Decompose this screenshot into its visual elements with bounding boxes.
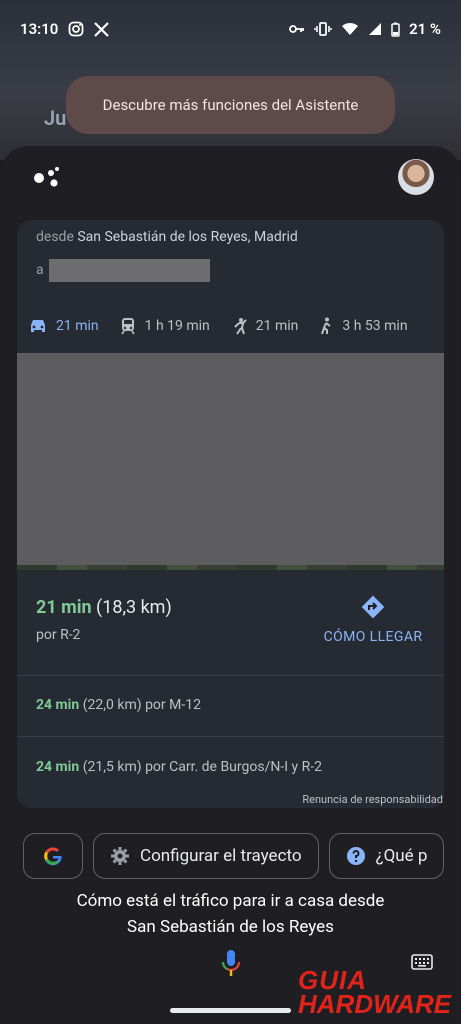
- mode-transit-time: 1 h 19 min: [144, 318, 210, 334]
- best-route-distance: (18,3 km): [96, 597, 172, 618]
- query-line-2: San Sebastián de los Reyes: [127, 917, 334, 937]
- assistant-tip-toast[interactable]: Descubre más funciones del Asistente: [66, 76, 395, 134]
- key-icon: [289, 24, 305, 34]
- x-icon: [94, 21, 110, 37]
- query-line-1: Cómo está el tráfico para ir a casa desd…: [76, 891, 385, 911]
- from-place: San Sebastián de los Reyes, Madrid: [77, 229, 298, 245]
- train-icon: [120, 318, 135, 335]
- help-icon: [346, 847, 365, 865]
- instagram-icon: [68, 21, 84, 37]
- mode-car-time: 21 min: [56, 318, 99, 334]
- gesture-nav-handle[interactable]: [170, 1008, 291, 1013]
- watermark-logo: GUIA HARDWARE: [298, 967, 452, 1019]
- suggestion-chips: Configurar el trayecto ¿Qué p: [23, 833, 445, 879]
- divider: [17, 736, 444, 737]
- redacted-destination: [49, 259, 210, 282]
- mode-walk-time: 3 h 53 min: [342, 318, 408, 334]
- best-route-via: por R-2: [36, 627, 81, 643]
- assistant-logo-icon: [32, 165, 62, 191]
- directions-button[interactable]: CÓMO LLEGAR: [318, 593, 428, 649]
- mode-walk[interactable]: 3 h 53 min: [318, 317, 408, 335]
- status-bar: 13:10 21 %: [0, 0, 461, 58]
- rideshare-icon: [234, 318, 247, 335]
- route-map[interactable]: [17, 353, 444, 567]
- battery-icon: [391, 22, 400, 37]
- directions-label: CÓMO LLEGAR: [323, 629, 423, 645]
- google-chip[interactable]: [23, 833, 83, 879]
- signal-icon: [368, 22, 382, 36]
- alt-route-2[interactable]: 24 min (21,5 km) por Carr. de Burgos/N-I…: [36, 759, 322, 775]
- configure-route-label: Configurar el trayecto: [140, 846, 302, 866]
- directions-icon: [361, 595, 385, 619]
- car-icon: [31, 320, 45, 332]
- travel-modes: 21 min 1 h 19 min 21 min 3 h 53 min: [28, 314, 461, 338]
- best-route-summary: 21 min (18,3 km): [36, 597, 172, 618]
- mode-rideshare-time: 21 min: [255, 318, 299, 334]
- alt-route-1[interactable]: 24 min (22,0 km) por M-12: [36, 697, 201, 713]
- map-edge: [17, 565, 444, 570]
- alt-route-2-detail: (21,5 km) por Carr. de Burgos/N-I y R-2: [82, 759, 322, 775]
- mode-transit[interactable]: 1 h 19 min: [119, 317, 210, 335]
- mic-icon[interactable]: [221, 949, 241, 983]
- google-icon: [44, 847, 62, 866]
- from-label: desde: [36, 229, 74, 245]
- battery-level: 21 %: [409, 20, 441, 38]
- wifi-icon: [341, 22, 359, 36]
- profile-avatar[interactable]: [398, 159, 434, 195]
- what-can-you-do-chip[interactable]: ¿Qué p: [328, 833, 445, 879]
- alt-route-2-time: 24 min: [36, 759, 80, 775]
- clock: 13:10: [20, 20, 59, 38]
- disclaimer-link[interactable]: Renuncia de responsabilidad: [302, 793, 443, 806]
- configure-route-chip[interactable]: Configurar el trayecto: [93, 833, 319, 879]
- alt-route-1-detail: (22,0 km) por M-12: [82, 697, 201, 713]
- gear-icon: [111, 847, 129, 865]
- mode-car[interactable]: 21 min: [28, 318, 99, 334]
- what-can-you-do-label: ¿Qué p: [375, 846, 428, 866]
- best-route-time: 21 min: [36, 597, 92, 618]
- alt-route-1-time: 24 min: [36, 697, 80, 713]
- mode-rideshare[interactable]: 21 min: [230, 317, 299, 335]
- watermark-line-2: HARDWARE: [298, 989, 452, 1019]
- assistant-query: Cómo está el tráfico para ir a casa desd…: [0, 888, 461, 940]
- route-to-label: a: [36, 262, 44, 278]
- walk-icon: [321, 317, 332, 335]
- divider: [17, 675, 444, 676]
- background-text: Ju: [44, 106, 67, 130]
- route-from: desde San Sebastián de los Reyes, Madrid: [36, 229, 298, 245]
- vibrate-icon: [314, 22, 332, 36]
